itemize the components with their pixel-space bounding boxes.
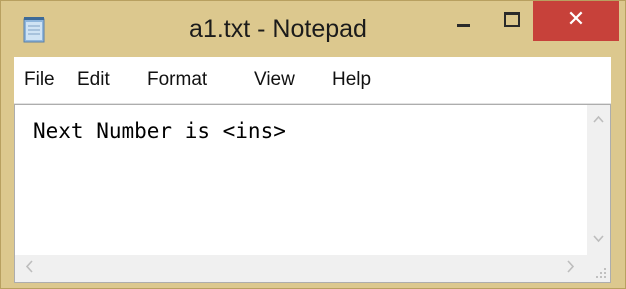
- text-editor[interactable]: Next Number is <ins>: [14, 104, 611, 283]
- menu-file[interactable]: File: [24, 69, 55, 91]
- resize-grip-icon: [596, 268, 606, 278]
- scroll-up-icon[interactable]: [593, 111, 604, 127]
- minimize-button[interactable]: [441, 1, 485, 41]
- notepad-window: a1.txt - Notepad ✕ File Edit Format View…: [0, 0, 626, 289]
- minimize-icon: [457, 24, 470, 27]
- vertical-scrollbar[interactable]: [587, 105, 610, 255]
- menu-help[interactable]: Help: [332, 69, 371, 91]
- scroll-right-icon[interactable]: [567, 260, 575, 277]
- editor-content[interactable]: Next Number is <ins>: [33, 119, 286, 143]
- maximize-icon: [504, 12, 520, 27]
- maximize-button[interactable]: [489, 1, 535, 41]
- menu-edit[interactable]: Edit: [77, 69, 110, 91]
- close-button[interactable]: ✕: [533, 1, 619, 41]
- size-grip[interactable]: [587, 255, 610, 282]
- scroll-down-icon[interactable]: [593, 231, 604, 247]
- title-bar[interactable]: a1.txt - Notepad ✕: [1, 1, 625, 57]
- horizontal-scrollbar[interactable]: [15, 255, 587, 282]
- menu-bar: File Edit Format View Help: [14, 57, 611, 104]
- scroll-left-icon[interactable]: [25, 260, 33, 277]
- menu-format[interactable]: Format: [147, 69, 207, 91]
- menu-view[interactable]: View: [254, 69, 295, 91]
- close-icon: ✕: [566, 7, 586, 32]
